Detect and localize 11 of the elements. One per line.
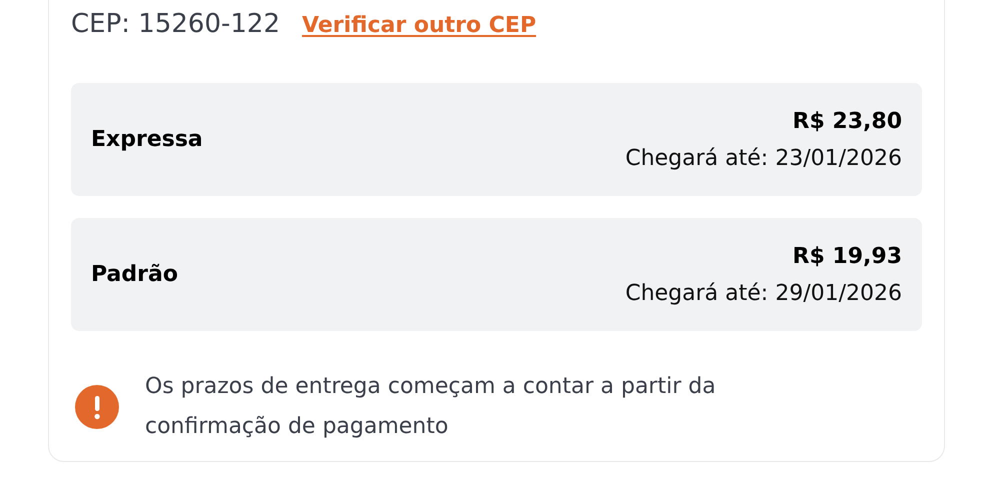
shipping-option[interactable]: Padrão R$ 19,93 Chegará até: 29/01/2026 — [71, 218, 922, 331]
shipping-name: Padrão — [91, 262, 178, 287]
arrival-date: Chegará até: 23/01/2026 — [625, 146, 902, 170]
warning-icon — [75, 385, 119, 429]
shipping-price: R$ 19,93 — [792, 244, 902, 268]
notice-text: Os prazos de entrega começam a contar a partir da confirmação de pagamento — [145, 373, 717, 441]
shipping-name: Expressa — [91, 127, 203, 152]
cep-label: CEP: 15260-122 — [71, 9, 280, 39]
shipping-price: R$ 23,80 — [792, 108, 902, 134]
shipping-option[interactable]: Expressa R$ 23,80 Chegará até: 23/01/2026 — [71, 83, 922, 196]
arrival-date: Chegará até: 29/01/2026 — [625, 280, 902, 306]
